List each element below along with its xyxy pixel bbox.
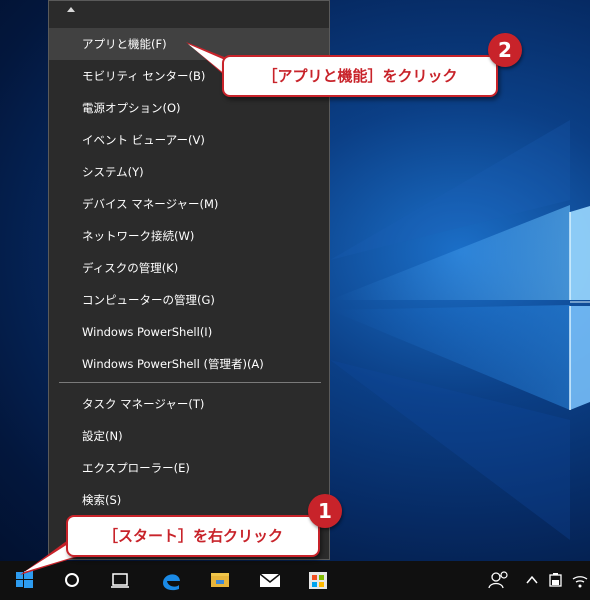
callout-step1-text: ［スタート］を右クリック — [102, 527, 283, 545]
step2-badge: 2 — [488, 33, 522, 67]
cortana-button[interactable] — [54, 561, 90, 600]
people-button[interactable] — [484, 561, 512, 600]
callout-step2-text: ［アプリと機能］をクリック — [262, 67, 458, 85]
wifi-button[interactable] — [570, 561, 590, 600]
menu-item-powershell-admin[interactable]: Windows PowerShell (管理者)(A) — [49, 348, 329, 380]
callout-step1: ［スタート］を右クリック — [66, 515, 320, 557]
step1-badge: 1 — [308, 494, 342, 528]
menu-scroll-up-icon[interactable] — [67, 7, 75, 12]
menu-item-event-viewer[interactable]: イベント ビューアー(V) — [49, 124, 329, 156]
taskbar — [0, 561, 590, 600]
menu-item-system[interactable]: システム(Y) — [49, 156, 329, 188]
wifi-icon — [572, 576, 588, 588]
battery-icon — [549, 573, 562, 587]
menu-item-network-connections[interactable]: ネットワーク接続(W) — [49, 220, 329, 252]
cortana-icon — [65, 573, 79, 587]
file-explorer-button[interactable] — [202, 561, 238, 600]
mail-icon — [259, 573, 281, 587]
menu-item-task-manager[interactable]: タスク マネージャー(T) — [49, 388, 329, 420]
callout-step2: ［アプリと機能］をクリック — [222, 55, 498, 97]
edge-icon — [163, 574, 180, 591]
menu-separator — [59, 382, 321, 383]
store-icon — [309, 572, 327, 589]
edge-button[interactable] — [153, 561, 189, 600]
menu-item-settings[interactable]: 設定(N) — [49, 420, 329, 452]
start-button[interactable] — [0, 561, 48, 600]
show-hidden-icons-button[interactable] — [522, 561, 542, 600]
battery-button[interactable] — [544, 561, 568, 600]
menu-item-file-explorer[interactable]: エクスプローラー(E) — [49, 452, 329, 484]
people-icon — [488, 571, 508, 589]
menu-item-disk-management[interactable]: ディスクの管理(K) — [49, 252, 329, 284]
menu-item-powershell[interactable]: Windows PowerShell(I) — [49, 316, 329, 348]
task-view-button[interactable] — [102, 561, 138, 600]
store-button[interactable] — [300, 561, 336, 600]
chevron-up-icon — [526, 575, 538, 584]
menu-item-computer-management[interactable]: コンピューターの管理(G) — [49, 284, 329, 316]
task-view-icon — [111, 573, 129, 588]
file-explorer-icon — [211, 573, 229, 587]
mail-button[interactable] — [252, 561, 288, 600]
menu-item-device-manager[interactable]: デバイス マネージャー(M) — [49, 188, 329, 220]
menu-item-search[interactable]: 検索(S) — [49, 484, 329, 516]
start-icon — [16, 571, 33, 588]
